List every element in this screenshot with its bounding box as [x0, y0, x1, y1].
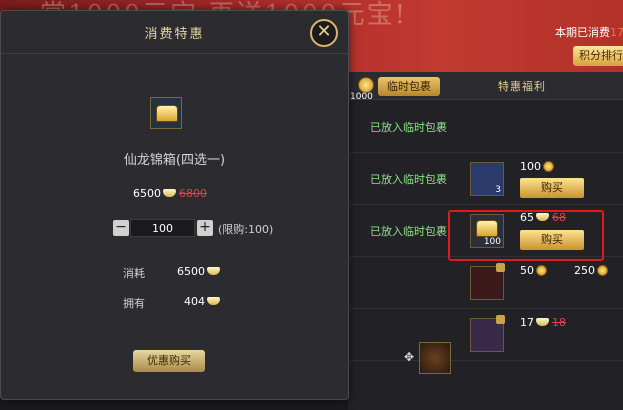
ingot-icon	[536, 318, 549, 326]
price-row: 6500 6800	[133, 187, 207, 200]
box-item-icon[interactable]	[470, 315, 505, 352]
points-rank-button[interactable]: 积分排行	[573, 46, 623, 66]
own-value: 404	[184, 295, 220, 308]
buy-button[interactable]: 购买	[520, 178, 584, 198]
row-price-2: 250	[574, 264, 608, 277]
list-item: 已放入临时包裹	[348, 102, 623, 153]
row-status: 已放入临时包裹	[370, 121, 447, 134]
purchase-limit: (限购:100)	[218, 223, 274, 236]
ingot-icon	[207, 267, 220, 275]
own-label: 拥有	[123, 297, 145, 310]
dialog-title: 消费特惠	[144, 27, 205, 42]
box-item-icon[interactable]	[470, 263, 505, 300]
qty-minus-button[interactable]: −	[113, 220, 129, 236]
row-price: 100	[520, 160, 554, 173]
row-status: 已放入临时包裹	[370, 225, 447, 238]
item-name: 仙龙锦箱(四选一)	[123, 153, 226, 168]
close-button[interactable]: ✕	[310, 19, 338, 47]
coin-icon	[536, 265, 547, 276]
panel-tabs: 1000 临时包裹 特惠福利	[348, 72, 623, 102]
ingot-icon	[207, 297, 220, 305]
divider	[1, 53, 348, 54]
cost-value: 6500	[177, 265, 220, 278]
row-price: 50	[520, 264, 547, 277]
lock-icon	[496, 315, 505, 324]
consumed-readout: 本期已消费17	[555, 26, 623, 39]
lock-icon	[496, 263, 505, 272]
move-icon[interactable]: ✥	[404, 350, 418, 364]
purchase-dialog: 消费特惠 ✕ 仙龙锦箱(四选一) 65006800 − + (限购:100) 消…	[0, 10, 349, 400]
highlight-box	[448, 210, 604, 261]
reward-item-icon[interactable]	[419, 342, 451, 374]
row-status: 已放入临时包裹	[370, 173, 447, 186]
coin-icon	[543, 161, 554, 172]
ingot-icon	[163, 189, 176, 197]
tab-benefits[interactable]: 特惠福利	[498, 78, 546, 94]
coin-icon	[597, 265, 608, 276]
tab-temp-bag[interactable]: 临时包裹	[378, 77, 440, 96]
list-item: 已放入临时包裹 3 100 购买	[348, 154, 623, 205]
discount-buy-button[interactable]: 优惠购买	[133, 350, 205, 372]
list-item: 50 250	[348, 258, 623, 309]
scroll-item-icon[interactable]: 3	[470, 162, 504, 196]
list-item: 17 18	[348, 310, 623, 361]
quantity-input[interactable]	[130, 219, 195, 237]
chest-icon	[156, 105, 178, 122]
coin-icon	[358, 77, 374, 93]
coin-count: 1000	[350, 92, 373, 102]
item-count: 3	[495, 185, 501, 195]
row-price: 17 18	[520, 316, 566, 329]
item-icon	[150, 97, 182, 129]
qty-plus-button[interactable]: +	[197, 220, 213, 236]
cost-label: 消耗	[123, 267, 145, 280]
